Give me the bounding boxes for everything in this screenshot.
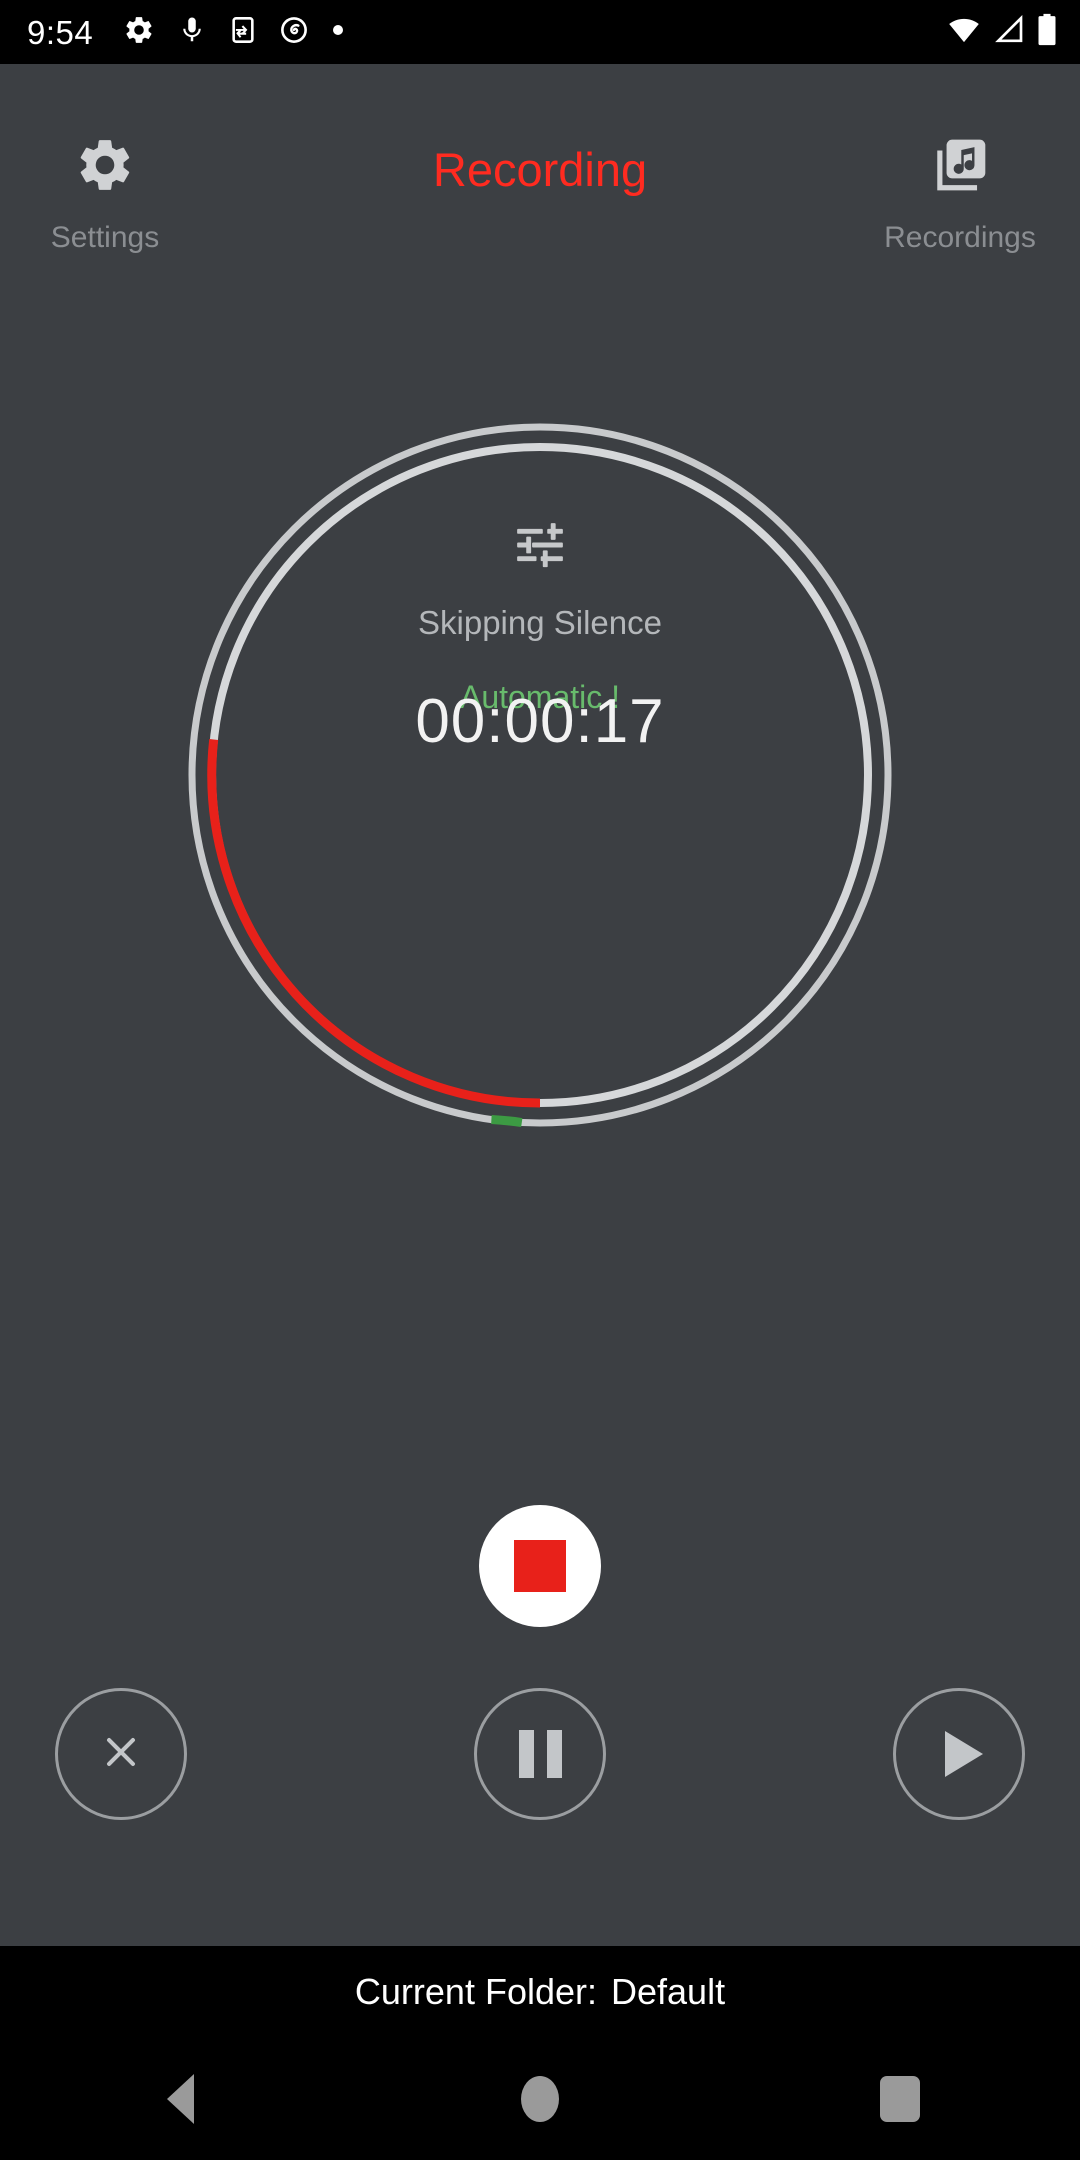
tune-sliders-icon — [512, 517, 568, 578]
wifi-icon — [946, 14, 982, 51]
status-bar-system-icons — [946, 13, 1058, 52]
dial-content: Skipping Silence Automatic ! — [180, 415, 900, 1135]
android-navigation-bar — [0, 2038, 1080, 2160]
nav-home-button[interactable] — [480, 2038, 600, 2160]
dot-icon — [331, 23, 345, 42]
dial-mode-label: Skipping Silence — [418, 604, 662, 641]
play-button[interactable] — [893, 1688, 1025, 1820]
back-triangle-icon — [166, 2074, 194, 2124]
recording-timer: 00:00:17 — [415, 687, 665, 756]
nav-recents-button[interactable] — [840, 2038, 960, 2160]
recordings-button[interactable]: Recordings — [840, 134, 1080, 253]
settings-label: Settings — [50, 221, 160, 254]
gear-icon — [123, 14, 155, 51]
app-screen: 9:54 Recording Settings Recordings Skipp… — [0, 0, 1080, 2160]
nav-back-button[interactable] — [120, 2038, 240, 2160]
gear-icon — [74, 134, 136, 201]
current-folder-label: Current Folder: — [354, 1971, 597, 2012]
play-icon — [944, 1731, 983, 1777]
stop-button[interactable] — [479, 1505, 601, 1627]
recordings-label: Recordings — [884, 221, 1036, 254]
current-folder-bar[interactable]: Current Folder: Default — [0, 1946, 1080, 2038]
settings-button[interactable]: Settings — [20, 134, 190, 253]
pause-icon — [518, 1730, 562, 1778]
status-bar-clock: 9:54 — [27, 13, 94, 51]
status-bar-notification-icons — [123, 14, 345, 51]
current-folder-name: Default — [611, 1971, 726, 2012]
close-x-icon — [95, 1726, 147, 1783]
do-not-disturb-icon — [279, 14, 309, 51]
phone-sync-icon — [229, 14, 257, 51]
battery-icon — [1036, 13, 1058, 52]
cancel-button[interactable] — [55, 1688, 187, 1820]
cellular-signal-icon — [992, 14, 1026, 51]
home-circle-icon — [521, 2076, 559, 2122]
pause-button[interactable] — [474, 1688, 606, 1820]
status-bar: 9:54 — [0, 0, 1080, 64]
microphone-icon — [177, 14, 207, 51]
recording-dial[interactable]: Skipping Silence Automatic ! 00:00:17 — [180, 415, 900, 1135]
stop-square-icon — [514, 1540, 566, 1592]
recents-square-icon — [880, 2076, 920, 2122]
app-header: Recording Settings Recordings — [0, 64, 1080, 294]
secondary-controls — [0, 1688, 1080, 1822]
current-folder-text: Current Folder: Default — [355, 1974, 725, 2010]
music-library-icon — [929, 134, 991, 201]
